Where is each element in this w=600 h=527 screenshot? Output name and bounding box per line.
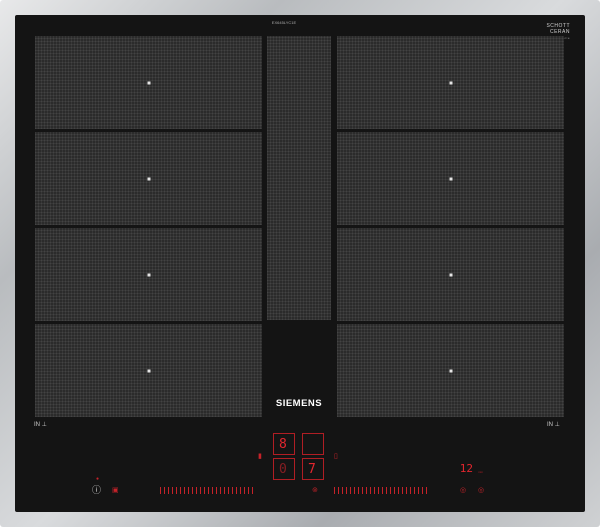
left-zone-3[interactable] — [35, 228, 262, 321]
slider-tick — [362, 487, 363, 494]
left-zone-indicator-icon: ▮ — [258, 453, 262, 460]
slider-tick — [224, 487, 225, 494]
slider-tick — [366, 487, 367, 494]
timer-unit-label: min — [478, 470, 483, 474]
slider-tick — [164, 487, 165, 494]
slider-tick — [382, 487, 383, 494]
slider-tick — [208, 487, 209, 494]
zone-marker — [147, 177, 150, 180]
slider-tick — [180, 487, 181, 494]
slider-tick — [422, 487, 423, 494]
right-power-slider[interactable] — [334, 487, 427, 494]
slider-tick — [426, 487, 427, 494]
slider-tick — [236, 487, 237, 494]
power-indicator-dot: ● — [96, 476, 100, 482]
zone-marker — [147, 81, 150, 84]
slider-tick — [248, 487, 249, 494]
left-zone-4[interactable] — [35, 324, 262, 417]
left-zone-2[interactable] — [35, 132, 262, 225]
slider-tick — [176, 487, 177, 494]
zone-marker — [147, 369, 150, 372]
slider-tick — [402, 487, 403, 494]
slider-tick — [398, 487, 399, 494]
zone-marker — [449, 369, 452, 372]
timer-icon[interactable]: ◎ — [478, 487, 484, 494]
slider-tick — [370, 487, 371, 494]
slider-tick — [212, 487, 213, 494]
flex-zone-icon: ⊥ — [41, 422, 47, 428]
timer-display: 12 — [459, 462, 473, 475]
left-zone-1[interactable] — [35, 36, 262, 129]
timer-icon[interactable]: ◎ — [460, 487, 466, 494]
slider-tick — [192, 487, 193, 494]
zone-marker — [147, 273, 150, 276]
slider-tick — [418, 487, 419, 494]
brand-logo: SIEMENS — [275, 398, 323, 409]
slider-tick — [350, 487, 351, 494]
slider-tick — [188, 487, 189, 494]
slider-tick — [386, 487, 387, 494]
slider-tick — [358, 487, 359, 494]
lower-right-display-digit: 7 — [308, 462, 316, 477]
slider-tick — [160, 487, 161, 494]
slider-tick — [204, 487, 205, 494]
slider-tick — [342, 487, 343, 494]
slider-tick — [172, 487, 173, 494]
lower-left-display-digit: 0 — [279, 462, 287, 477]
zone-marker — [449, 273, 452, 276]
power-icon[interactable]: ⓘ — [92, 486, 101, 495]
slider-tick — [390, 487, 391, 494]
left-power-slider[interactable] — [160, 487, 253, 494]
upper-display-digit: 8 — [279, 437, 287, 452]
slider-tick — [240, 487, 241, 494]
slider-tick — [200, 487, 201, 494]
right-zone-indicator-icon: ▯ — [334, 453, 338, 460]
zone-marker — [449, 81, 452, 84]
slider-tick — [354, 487, 355, 494]
right-zone-4[interactable] — [337, 324, 564, 417]
center-zone-strip — [267, 36, 331, 320]
slider-tick — [394, 487, 395, 494]
slider-tick — [334, 487, 335, 494]
slider-tick — [414, 487, 415, 494]
slider-tick — [346, 487, 347, 494]
right-induction-text: IN — [547, 422, 553, 428]
slider-tick — [406, 487, 407, 494]
slider-tick — [378, 487, 379, 494]
upper-right-display-box[interactable] — [302, 433, 324, 455]
lock-icon[interactable]: ▣ — [112, 487, 119, 494]
slider-tick — [232, 487, 233, 494]
left-induction-label: IN ⊥ — [34, 421, 47, 428]
model-number: EX645LYC1E — [271, 20, 297, 25]
zone-marker — [449, 177, 452, 180]
right-zone-3[interactable] — [337, 228, 564, 321]
slider-tick — [196, 487, 197, 494]
slider-tick — [184, 487, 185, 494]
slider-tick — [338, 487, 339, 494]
slider-tick — [168, 487, 169, 494]
slider-tick — [374, 487, 375, 494]
slider-tick — [220, 487, 221, 494]
slider-tick — [410, 487, 411, 494]
right-zone-2[interactable] — [337, 132, 564, 225]
flex-zone-icon: ⊥ — [554, 422, 560, 428]
slider-tick — [228, 487, 229, 494]
boost-icon[interactable]: ⊚ — [312, 487, 318, 494]
right-zone-1[interactable] — [337, 36, 564, 129]
right-induction-label: IN ⊥ — [547, 421, 560, 428]
left-induction-text: IN — [34, 422, 40, 428]
slider-tick — [244, 487, 245, 494]
slider-tick — [216, 487, 217, 494]
slider-tick — [252, 487, 253, 494]
